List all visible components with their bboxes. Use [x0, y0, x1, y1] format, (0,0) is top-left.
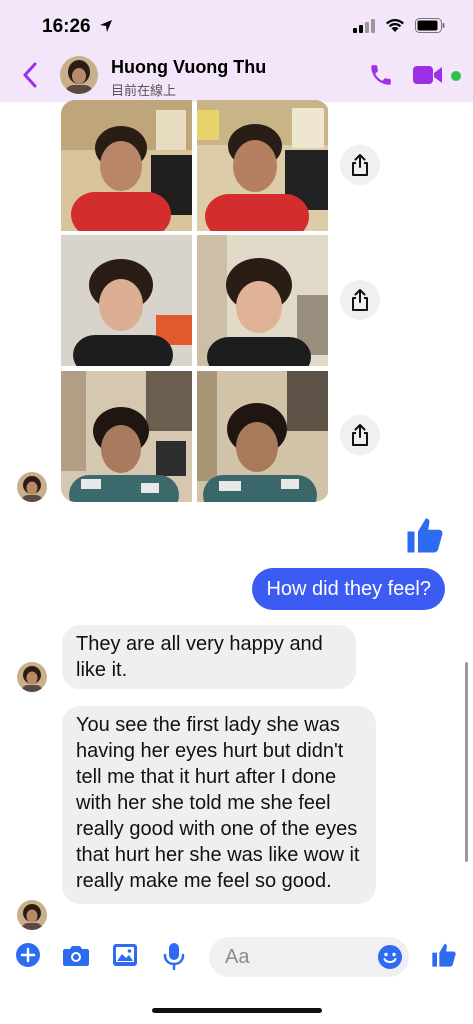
- microphone-icon: [163, 943, 185, 971]
- plus-circle-icon: [16, 943, 40, 967]
- cellular-signal-icon: [353, 18, 375, 33]
- back-button[interactable]: [22, 62, 38, 93]
- share-icon: [352, 154, 368, 176]
- message-composer: Aa: [0, 930, 473, 990]
- outgoing-message[interactable]: How did they feel?: [252, 568, 445, 610]
- photo-1[interactable]: [61, 100, 192, 231]
- online-indicator: [451, 71, 461, 81]
- photo-image: [61, 371, 192, 502]
- emoji-icon: [378, 945, 402, 969]
- share-button[interactable]: [340, 415, 380, 455]
- audio-call-button[interactable]: [368, 62, 394, 93]
- status-icons: [353, 18, 445, 33]
- status-bar: 16:26: [0, 0, 473, 48]
- avatar-image: [17, 662, 47, 692]
- avatar-image: [17, 472, 47, 502]
- incoming-message[interactable]: You see the first lady she was having he…: [62, 706, 376, 904]
- contact-active-status: 目前在線上: [111, 83, 177, 98]
- emoji-button[interactable]: [377, 944, 403, 975]
- time-label: 16:26: [42, 16, 91, 37]
- avatar-image: [17, 900, 47, 930]
- send-like-button[interactable]: [430, 941, 458, 974]
- sender-avatar[interactable]: [17, 900, 47, 930]
- battery-icon: [415, 18, 445, 33]
- phone-icon: [371, 65, 391, 85]
- thumbs-up-icon: [432, 943, 456, 967]
- photo-grid-message: [61, 100, 329, 502]
- image-icon: [113, 944, 137, 966]
- location-arrow-icon: [99, 20, 112, 32]
- share-icon: [352, 424, 368, 446]
- photo-6[interactable]: [197, 371, 328, 502]
- thumbs-up-sticker[interactable]: [404, 514, 446, 561]
- avatar-image: [60, 56, 98, 94]
- incoming-message[interactable]: They are all very happy and like it.: [62, 625, 356, 689]
- chat-header: Huong Vuong Thu 目前在線上: [0, 48, 473, 102]
- share-button[interactable]: [340, 145, 380, 185]
- photo-image: [61, 235, 192, 366]
- camera-icon: [63, 946, 89, 966]
- share-icon: [352, 289, 368, 311]
- camera-button[interactable]: [62, 942, 90, 973]
- photo-image: [197, 371, 328, 502]
- scrollbar[interactable]: [465, 662, 468, 862]
- thumbs-up-icon: [407, 518, 443, 553]
- photo-3[interactable]: [61, 235, 192, 366]
- photo-2[interactable]: [197, 100, 328, 231]
- photo-image: [61, 100, 192, 231]
- status-time: 16:26: [42, 16, 113, 38]
- contact-name[interactable]: Huong Vuong Thu: [111, 57, 266, 78]
- message-input-placeholder: Aa: [225, 946, 250, 968]
- voice-message-button[interactable]: [163, 942, 185, 975]
- sender-avatar[interactable]: [17, 472, 47, 502]
- share-button[interactable]: [340, 280, 380, 320]
- chevron-left-icon: [23, 62, 37, 88]
- photo-image: [197, 235, 328, 366]
- contact-avatar[interactable]: [60, 56, 98, 94]
- home-indicator[interactable]: [152, 1008, 322, 1013]
- more-actions-button[interactable]: [15, 942, 41, 973]
- photo-image: [197, 100, 328, 231]
- wifi-icon: [386, 19, 404, 32]
- video-camera-icon: [413, 66, 442, 84]
- video-call-button[interactable]: [412, 64, 444, 91]
- photo-4[interactable]: [197, 235, 328, 366]
- sender-avatar[interactable]: [17, 662, 47, 692]
- photo-5[interactable]: [61, 371, 192, 502]
- gallery-button[interactable]: [112, 942, 138, 973]
